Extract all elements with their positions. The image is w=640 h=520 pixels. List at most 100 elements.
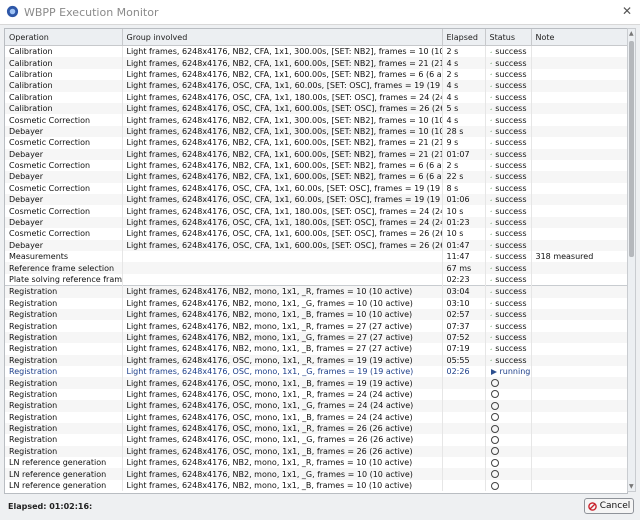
table-row[interactable]: Debayer Light frames, 6248x4176, OSC, CFA… — [5, 239, 627, 252]
table-row[interactable]: Calibration Light frames, 6248x4176, OSC,… — [5, 91, 627, 103]
operation-cell: Calibration — [5, 68, 123, 81]
group-cell: Light frames, 6248x4176, NB2, CFA, 1x1, … — [122, 57, 443, 69]
table-row[interactable]: Registration Light frames, 6248x4176, OSC… — [5, 422, 627, 435]
elapsed-cell: 03:04 — [442, 285, 486, 298]
note-cell — [531, 91, 627, 103]
table-row[interactable]: Cosmetic Correction Light frames, 6248x41… — [5, 205, 627, 217]
group-cell: Light frames, 6248x4176, OSC, mono, 1x1,… — [122, 365, 443, 378]
table-row[interactable]: Debayer Light frames, 6248x4176, NB2, CFA… — [5, 148, 627, 160]
operation-cell: Cosmetic Correction — [5, 182, 123, 195]
group-cell: Light frames, 6248x4176, OSC, CFA, 1x1, … — [122, 205, 443, 217]
table-row[interactable]: Cosmetic Correction Light frames, 6248x41… — [5, 137, 627, 149]
header-note[interactable]: Note — [531, 29, 627, 46]
elapsed-cell — [442, 388, 486, 401]
table-row[interactable]: Reference frame selection 67 ms success — [5, 262, 627, 274]
status-cell: success — [485, 251, 532, 263]
status-cell — [485, 400, 532, 412]
table-row[interactable]: Registration Light frames, 6248x4176, NB2… — [5, 308, 627, 321]
group-cell: Light frames, 6248x4176, NB2, CFA, 1x1, … — [122, 148, 443, 160]
table-row[interactable]: LN reference generation Light frames, 624… — [5, 468, 627, 480]
checkmark-icon — [489, 141, 493, 145]
table-row[interactable]: Registration Light frames, 6248x4176, NB2… — [5, 297, 627, 309]
table-row[interactable]: Registration Light frames, 6248x4176, NB2… — [5, 285, 627, 298]
operation-cell: Cosmetic Correction — [5, 159, 123, 172]
table-row[interactable]: Calibration Light frames, 6248x4176, OSC,… — [5, 102, 627, 115]
checkmark-icon — [489, 302, 493, 305]
status-label: success — [495, 263, 527, 273]
table-row[interactable]: Cosmetic Correction Light frames, 6248x41… — [5, 182, 627, 195]
table-row[interactable]: Registration Light frames, 6248x4176, OSC… — [5, 388, 627, 401]
table-row[interactable]: Cosmetic Correction Light frames, 6248x41… — [5, 159, 627, 172]
status-label: success — [495, 92, 527, 102]
table-row[interactable]: LN reference generation Light frames, 624… — [5, 457, 627, 469]
header-elapsed[interactable]: Elapsed — [442, 29, 486, 46]
note-cell — [531, 479, 627, 492]
table-row[interactable]: Registration Light frames, 6248x4176, OSC… — [5, 377, 627, 389]
table-row[interactable]: Calibration Light frames, 6248x4176, OSC,… — [5, 80, 627, 92]
note-cell — [531, 137, 627, 149]
scrollbar-thumb[interactable] — [629, 41, 634, 257]
cancel-button[interactable]: Cancel — [584, 498, 634, 514]
checkmark-icon — [489, 347, 493, 351]
table-row[interactable]: Debayer Light frames, 6248x4176, OSC, CFA… — [5, 216, 627, 229]
group-cell: Light frames, 6248x4176, OSC, CFA, 1x1, … — [122, 182, 443, 195]
operation-cell: Registration — [5, 308, 123, 321]
elapsed-cell — [442, 411, 486, 423]
note-cell — [531, 468, 627, 480]
checkmark-icon — [489, 62, 493, 65]
table-row[interactable]: Registration Light frames, 6248x4176, NB2… — [5, 331, 627, 344]
play-icon — [490, 368, 497, 375]
elapsed-cell: 07:19 — [442, 343, 486, 355]
table-row[interactable]: Registration Light frames, 6248x4176, OSC… — [5, 411, 627, 423]
group-cell: Light frames, 6248x4176, OSC, mono, 1x1,… — [122, 411, 443, 423]
table-row[interactable]: Registration Light frames, 6248x4176, OSC… — [5, 365, 627, 378]
table-row[interactable]: Debayer Light frames, 6248x4176, NB2, CFA… — [5, 125, 627, 138]
table-row[interactable]: Calibration Light frames, 6248x4176, NB2,… — [5, 68, 627, 81]
note-cell — [531, 80, 627, 92]
header-group[interactable]: Group involved — [122, 29, 443, 46]
group-cell: Light frames, 6248x4176, OSC, CFA, 1x1, … — [122, 239, 443, 252]
group-cell: Light frames, 6248x4176, OSC, mono, 1x1,… — [122, 400, 443, 412]
table-row[interactable]: Cosmetic Correction Light frames, 6248x41… — [5, 228, 627, 240]
status-cell: success — [485, 159, 532, 172]
table-row[interactable]: LN reference generation Light frames, 624… — [5, 479, 627, 492]
table-row[interactable]: Registration Light frames, 6248x4176, OSC… — [5, 400, 627, 412]
table-row[interactable]: Plate solving reference frames 02:23 succe… — [5, 273, 627, 286]
status-label: success — [495, 115, 527, 125]
status-cell: success — [485, 68, 532, 81]
table-row[interactable]: Registration Light frames, 6248x4176, OSC… — [5, 445, 627, 458]
table-row[interactable]: Calibration Light frames, 6248x4176, NB2,… — [5, 57, 627, 69]
close-icon[interactable]: ✕ — [622, 4, 632, 18]
table-row[interactable]: Debayer Light frames, 6248x4176, NB2, CFA… — [5, 171, 627, 183]
table-row[interactable]: Registration Light frames, 6248x4176, OSC… — [5, 434, 627, 446]
checkmark-icon — [489, 244, 493, 247]
checkmark-icon — [489, 118, 493, 122]
header-operation[interactable]: Operation — [5, 29, 123, 46]
table-row[interactable]: Cosmetic Correction Light frames, 6248x41… — [5, 114, 627, 126]
operation-cell: Registration — [5, 331, 123, 344]
operation-cell: Measurements — [5, 251, 123, 263]
group-cell: Light frames, 6248x4176, OSC, mono, 1x1,… — [122, 354, 443, 366]
table-row[interactable]: Registration Light frames, 6248x4176, NB2… — [5, 320, 627, 332]
vertical-scrollbar[interactable]: ▲ ▼ — [627, 28, 636, 492]
group-cell — [122, 273, 443, 286]
scroll-down-icon[interactable]: ▼ — [629, 483, 634, 490]
scroll-up-icon[interactable]: ▲ — [629, 30, 634, 37]
note-cell — [531, 171, 627, 183]
header-status[interactable]: Status — [485, 29, 532, 46]
table-row[interactable]: Registration Light frames, 6248x4176, OSC… — [5, 354, 627, 366]
table-row[interactable]: Registration Light frames, 6248x4176, NB2… — [5, 343, 627, 355]
group-cell: Light frames, 6248x4176, NB2, mono, 1x1,… — [122, 457, 443, 469]
checkmark-icon — [489, 290, 493, 294]
checkmark-icon — [489, 96, 493, 99]
table-row[interactable]: Debayer Light frames, 6248x4176, OSC, CFA… — [5, 194, 627, 206]
status-cell: success — [485, 285, 532, 298]
group-cell: Light frames, 6248x4176, NB2, CFA, 1x1, … — [122, 45, 443, 58]
table-row[interactable]: Calibration Light frames, 6248x4176, NB2,… — [5, 45, 627, 58]
table-row[interactable]: Measurements 11:47 success 318 measured — [5, 251, 627, 263]
wbpp-app-icon — [6, 5, 19, 18]
table-header: Operation Group involved Elapsed Status … — [5, 29, 627, 46]
operation-cell: Registration — [5, 445, 123, 458]
status-cell: success — [485, 102, 532, 115]
status-label: success — [495, 229, 527, 239]
